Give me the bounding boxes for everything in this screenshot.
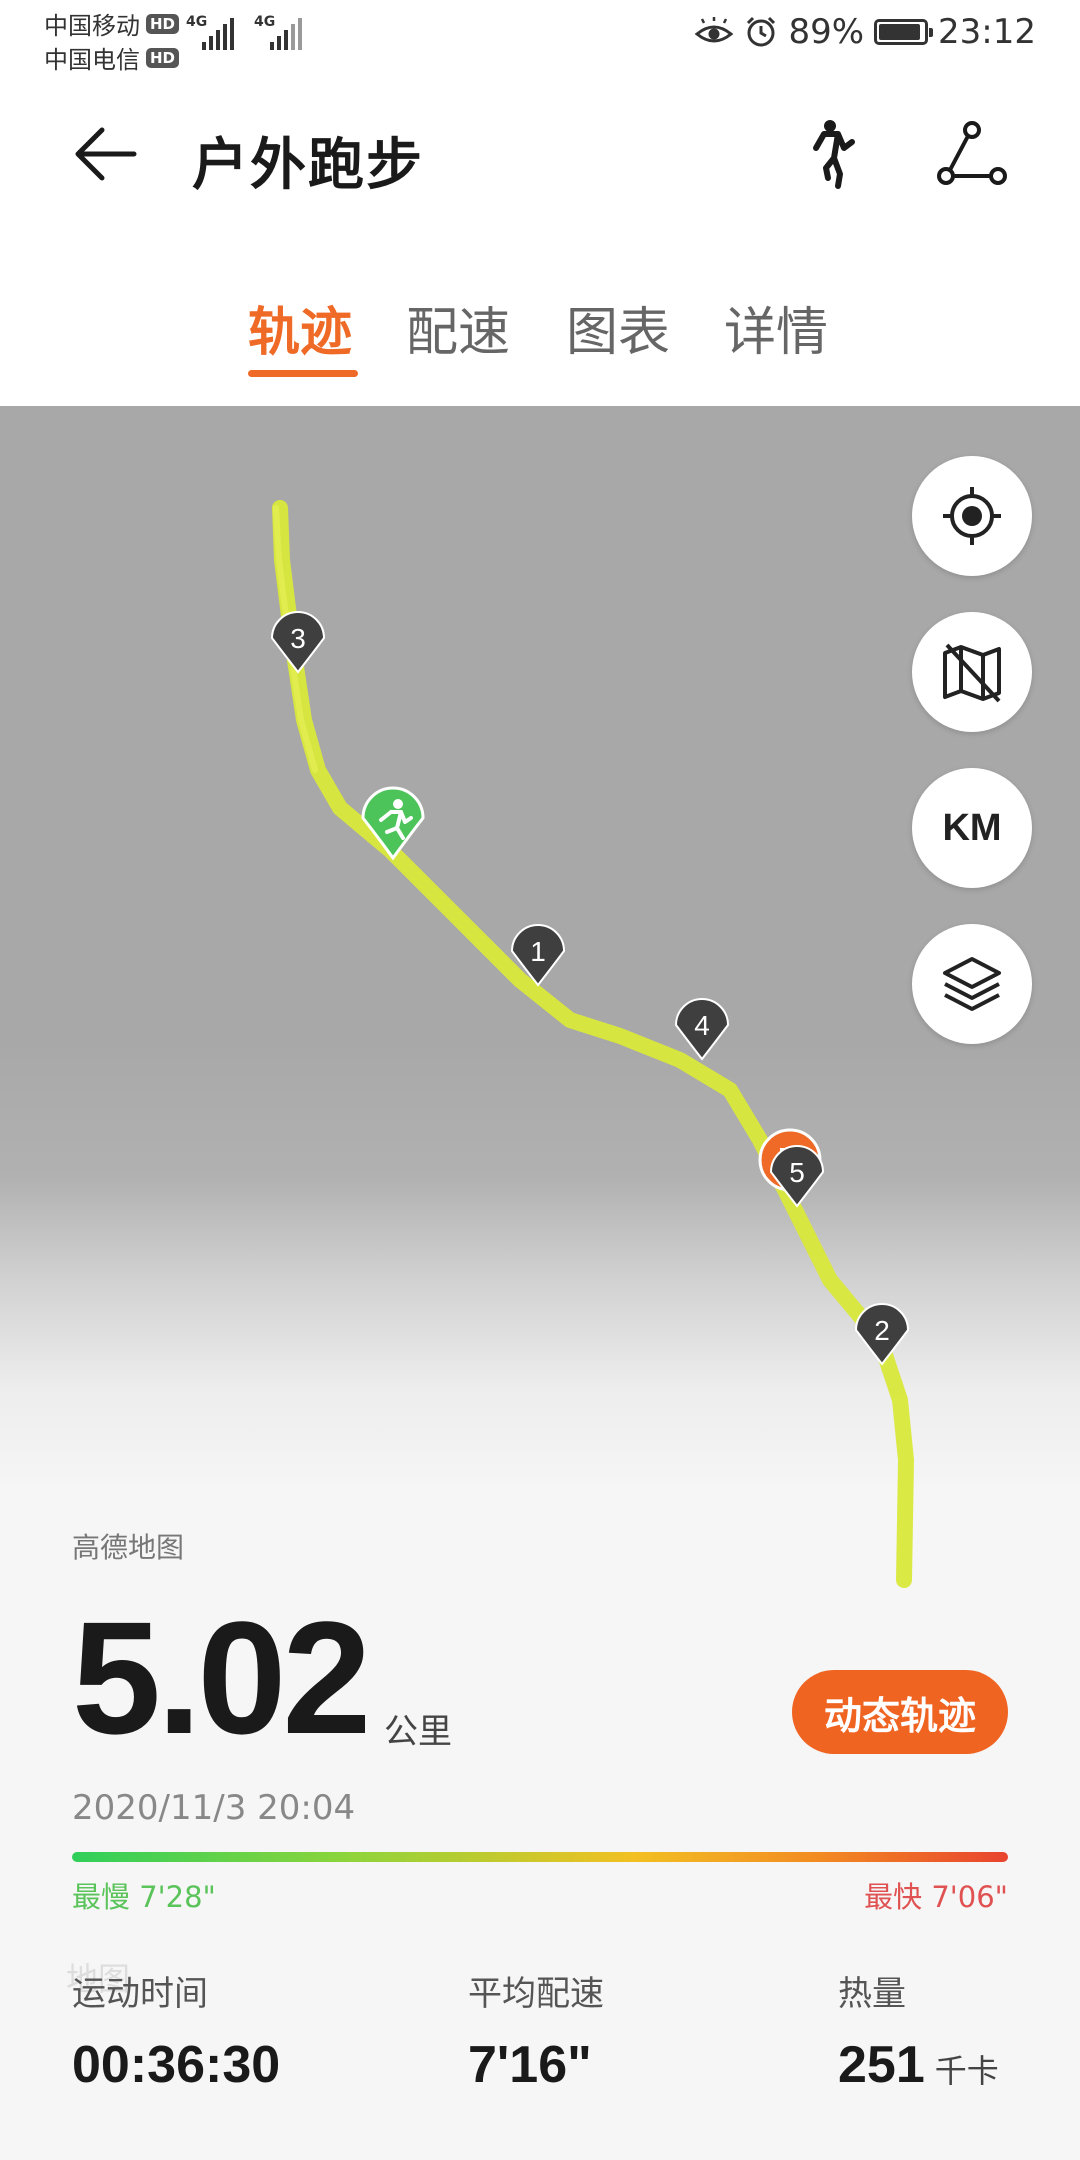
carrier-1-name: 中国移动	[44, 12, 140, 40]
stat-calories-label: 热量	[838, 1974, 906, 2014]
clock: 23:12	[938, 12, 1036, 52]
tab-details[interactable]: 详情	[724, 290, 828, 365]
layers-icon	[943, 957, 1001, 1011]
km-button-label: KM	[942, 806, 1002, 849]
workout-datetime: 2020/11/3 20:04	[72, 1788, 356, 1828]
battery-icon	[874, 19, 934, 45]
battery-percent: 89%	[788, 12, 865, 52]
km-marker-3-label: 3	[290, 623, 306, 654]
stat-duration-number: 00:36:30	[72, 2036, 281, 2094]
km-marker-5[interactable]: 5	[769, 1145, 825, 1208]
km-marker-2-label: 2	[874, 1315, 890, 1346]
distance-unit: 公里	[384, 1712, 452, 1752]
km-marker-2[interactable]: 2	[854, 1303, 910, 1366]
km-marker-4-label: 4	[694, 1010, 710, 1041]
app-header: 户外跑步	[0, 96, 1080, 216]
active-tab-indicator	[248, 370, 358, 377]
layers-button[interactable]	[912, 924, 1032, 1044]
hd-badge-1: HD	[146, 13, 180, 34]
status-right: 89% 23:12	[694, 12, 1036, 52]
slowest-pace: 最慢 7'28"	[72, 1880, 216, 1914]
stat-duration-label: 运动时间	[72, 1974, 208, 2014]
stat-duration: 运动时间 00:36:30	[72, 1966, 280, 2095]
stat-duration-value: 00:36:30	[72, 2035, 280, 2095]
locate-button[interactable]	[912, 456, 1032, 576]
fastest-pace: 最快 7'06"	[864, 1880, 1008, 1914]
stat-avg-pace: 平均配速 7'16"	[468, 1966, 604, 2095]
km-marker-1-label: 1	[530, 936, 546, 967]
signal-2-icon: 4G	[254, 14, 310, 50]
hd-badge-2: HD	[146, 47, 180, 68]
back-arrow-icon[interactable]	[70, 118, 142, 190]
map-provider-label: 高德地图	[72, 1531, 185, 1564]
stat-avg-pace-label: 平均配速	[468, 1974, 604, 2014]
tab-chart[interactable]: 图表	[566, 290, 670, 365]
stat-calories-number: 251	[838, 2036, 925, 2094]
map-off-icon	[943, 643, 1001, 703]
dynamic-track-button[interactable]: 动态轨迹	[792, 1670, 1008, 1754]
page-title: 户外跑步	[192, 133, 424, 198]
stat-avg-pace-value: 7'16"	[468, 2035, 604, 2095]
carrier-2-name: 中国电信	[44, 46, 140, 74]
km-marker-3[interactable]: 3	[270, 611, 326, 674]
tab-bar: 轨迹 配速 图表 详情	[0, 290, 1080, 380]
alarm-icon	[747, 16, 776, 47]
start-marker-icon[interactable]	[361, 786, 425, 861]
km-toggle-button[interactable]: KM	[912, 768, 1032, 888]
pace-gradient-bar	[72, 1852, 1008, 1862]
stat-calories: 热量 251 千卡	[838, 1966, 999, 2095]
network-type-1: 4G	[186, 14, 208, 30]
locate-icon	[943, 487, 1001, 545]
share-icon[interactable]	[936, 118, 1008, 190]
stat-calories-unit: 千卡	[934, 2052, 999, 2090]
distance-value: 5.02	[72, 1588, 371, 1767]
network-type-2: 4G	[254, 14, 276, 30]
stat-avg-pace-number: 7'16"	[468, 2036, 592, 2094]
carrier-2: 中国电信 HD	[44, 40, 180, 75]
signal-indicators: 4G 4G	[186, 14, 310, 50]
signal-1-icon: 4G	[186, 14, 242, 50]
runner-pose-icon[interactable]	[794, 118, 866, 190]
map-toggle-button[interactable]	[912, 612, 1032, 732]
status-bar: 中国移动 HD 中国电信 HD 4G 4G 89% 23:12	[0, 0, 1080, 75]
carrier-1: 中国移动 HD	[44, 6, 180, 41]
route-path	[272, 500, 914, 1588]
km-marker-4[interactable]: 4	[674, 998, 730, 1061]
stat-calories-value: 251 千卡	[838, 2035, 999, 2095]
km-marker-5-label: 5	[789, 1157, 805, 1188]
eye-comfort-icon	[695, 17, 734, 43]
tab-track[interactable]: 轨迹	[248, 290, 352, 365]
tab-pace[interactable]: 配速	[406, 290, 510, 365]
